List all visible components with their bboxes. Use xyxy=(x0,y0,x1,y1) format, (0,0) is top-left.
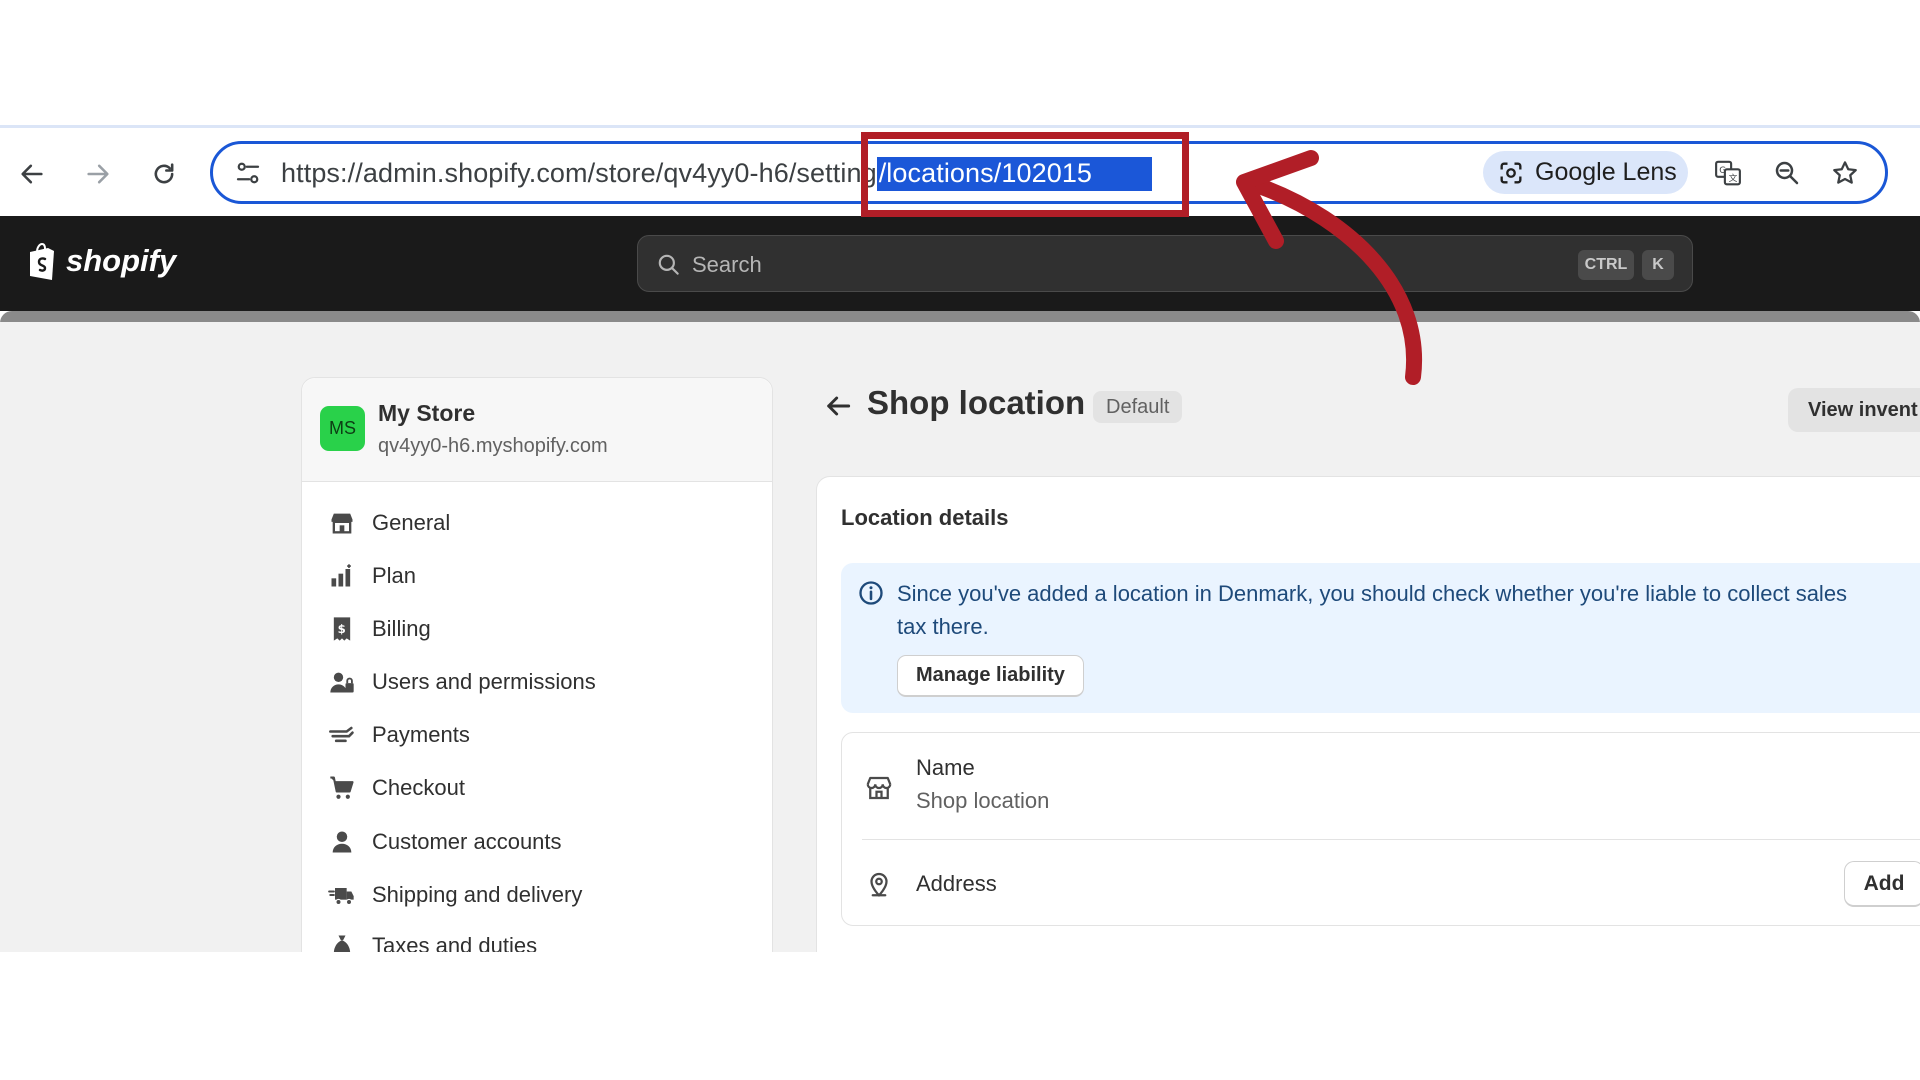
view-inventory-button[interactable]: View invent xyxy=(1788,388,1920,432)
svg-text:文: 文 xyxy=(1729,172,1738,184)
sidebar-item-taxes[interactable]: Taxes and duties xyxy=(328,926,748,952)
name-value: Shop location xyxy=(916,788,1050,813)
translate-icon: G文 xyxy=(1715,160,1741,186)
store-header[interactable]: MS My Store qv4yy0-h6.myshopify.com xyxy=(302,378,772,482)
svg-text:G: G xyxy=(1719,166,1726,176)
sidebar-item-label: Payments xyxy=(372,722,470,747)
url-highlight-box xyxy=(861,132,1189,217)
forward-button[interactable] xyxy=(78,154,118,194)
site-settings-icon[interactable] xyxy=(233,158,263,188)
forward-arrow-icon xyxy=(87,164,109,184)
page-title: Shop location xyxy=(867,384,1086,421)
sidebar-item-label: Taxes and duties xyxy=(372,933,538,952)
star-icon xyxy=(1833,161,1857,184)
bookmark-button[interactable] xyxy=(1827,155,1863,191)
manage-liability-button[interactable]: Manage liability xyxy=(897,655,1084,697)
users-icon xyxy=(330,672,354,693)
url-prefix: https://admin.shopify.com/store/qv4yy0-h… xyxy=(281,158,877,188)
location-pin-icon xyxy=(870,872,888,897)
search-icon xyxy=(658,254,679,275)
sidebar-item-shipping[interactable]: Shipping and delivery xyxy=(328,875,748,915)
banner-message: Since you've added a location in Denmark… xyxy=(897,581,1848,639)
name-label: Name xyxy=(916,755,975,780)
person-icon xyxy=(332,831,352,853)
taxes-icon xyxy=(333,935,351,952)
sidebar-item-general[interactable]: General xyxy=(328,503,748,543)
status-badge: Default xyxy=(1093,391,1183,423)
shopify-bag-icon xyxy=(30,242,54,280)
address-label: Address xyxy=(916,871,997,896)
sidebar-item-label: Checkout xyxy=(372,775,465,800)
store-domain: qv4yy0-h6.myshopify.com xyxy=(378,435,608,457)
sidebar-item-users[interactable]: Users and permissions xyxy=(328,662,748,702)
store-icon xyxy=(331,513,353,534)
translate-button[interactable]: G文 xyxy=(1710,155,1746,191)
shopify-wordmark: shopify xyxy=(66,243,177,278)
svg-text:$: $ xyxy=(338,622,346,636)
annotation-arrow xyxy=(1236,150,1423,385)
back-arrow-icon xyxy=(21,164,43,184)
sidebar-item-label: Shipping and delivery xyxy=(372,882,583,907)
shortcut-ctrl-key: CTRL xyxy=(1578,250,1634,280)
sidebar-item-checkout[interactable]: Checkout xyxy=(328,768,748,808)
store-icon xyxy=(866,776,892,800)
google-lens-icon xyxy=(1500,162,1522,183)
sidebar-item-label: Customer accounts xyxy=(372,829,562,854)
sidebar-item-billing[interactable]: $ Billing xyxy=(328,609,748,649)
sidebar-item-label: Users and permissions xyxy=(372,669,596,694)
back-button[interactable] xyxy=(12,154,52,194)
shopify-logo[interactable]: shopify xyxy=(24,240,176,282)
zoom-button[interactable] xyxy=(1769,155,1805,191)
sidebar-item-label: Plan xyxy=(372,563,417,588)
row-divider xyxy=(862,839,1920,840)
admin-search-input[interactable]: Search CTRL K xyxy=(637,235,1693,292)
page-back-icon[interactable] xyxy=(822,390,854,422)
settings-content: MS My Store qv4yy0-h6.myshopify.com Gene… xyxy=(0,322,1920,952)
zoom-out-icon xyxy=(1775,161,1799,185)
shopify-topbar: shopify Search CTRL K xyxy=(0,216,1920,311)
sidebar-item-label: Billing xyxy=(372,616,431,641)
screenshot: https://admin.shopify.com/store/qv4yy0-h… xyxy=(0,0,1920,1080)
settings-sidebar: MS My Store qv4yy0-h6.myshopify.com Gene… xyxy=(301,377,773,952)
card-title: Location details xyxy=(841,505,1009,530)
location-details-card: Location details Since you've added a lo… xyxy=(816,476,1920,952)
search-placeholder: Search xyxy=(692,252,762,277)
billing-icon: $ xyxy=(333,617,351,641)
store-avatar: MS xyxy=(320,406,365,451)
truck-icon xyxy=(328,888,354,906)
sidebar-item-payments[interactable]: Payments xyxy=(328,715,748,755)
reload-icon xyxy=(154,163,174,184)
payments-icon xyxy=(329,726,354,743)
location-detail-list: Name Shop location Address Add xyxy=(841,732,1920,926)
sidebar-item-plan[interactable]: Plan xyxy=(328,556,748,596)
info-icon xyxy=(859,581,883,605)
store-name: My Store xyxy=(378,400,476,426)
sidebar-item-customer-accounts[interactable]: Customer accounts xyxy=(328,822,748,862)
add-address-button[interactable]: Add xyxy=(1844,861,1920,907)
reload-button[interactable] xyxy=(144,154,184,194)
sidebar-item-label: General xyxy=(372,510,451,535)
google-lens-button[interactable]: Google Lens xyxy=(1483,151,1688,194)
cart-icon xyxy=(330,776,354,799)
plan-icon xyxy=(331,564,351,587)
shortcut-k-key: K xyxy=(1642,250,1674,280)
google-lens-label: Google Lens xyxy=(1535,158,1677,186)
tax-liability-banner: Since you've added a location in Denmark… xyxy=(841,563,1920,713)
